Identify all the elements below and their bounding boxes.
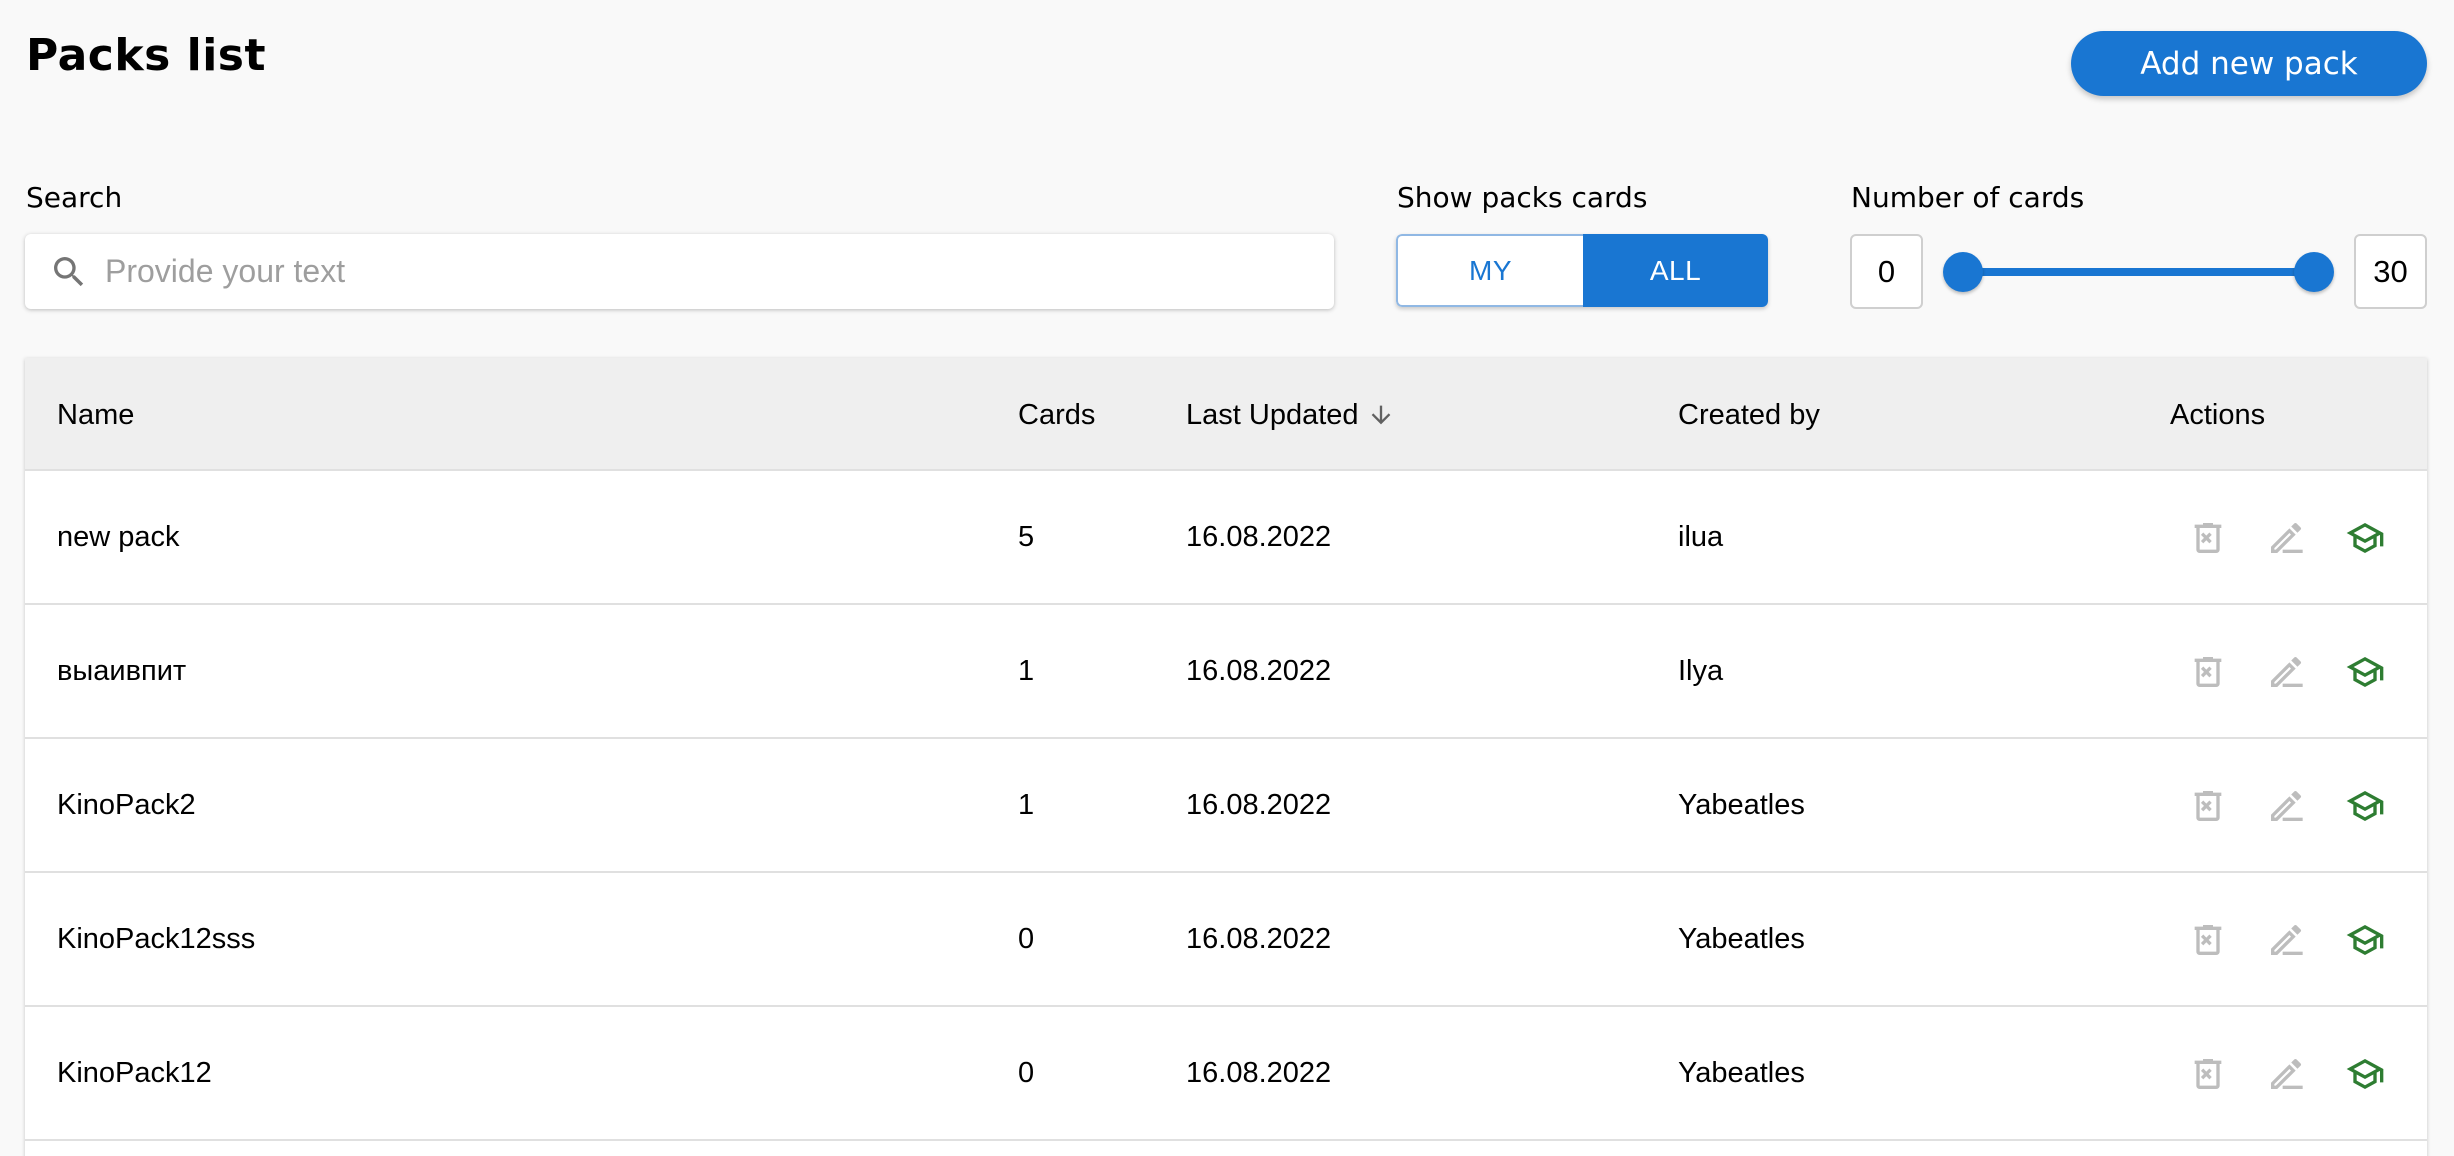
table-row[interactable]: KinoPack12 0 16.08.2022 Yabeatles: [25, 1007, 2427, 1141]
edit-icon[interactable]: [2266, 920, 2306, 960]
created-by-cell: Ilya: [1678, 655, 1724, 687]
arrow-down-icon[interactable]: [1367, 400, 1395, 430]
created-by-cell: Yabeatles: [1678, 923, 1805, 955]
column-header-name[interactable]: Name: [57, 398, 134, 432]
edit-icon[interactable]: [2266, 652, 2306, 692]
learn-icon[interactable]: [2345, 1054, 2385, 1094]
show-packs-toggle: MY ALL: [1396, 234, 1768, 307]
last-updated-cell: 16.08.2022: [1186, 655, 1332, 687]
cards-count-cell: 1: [1018, 655, 1035, 687]
toggle-my-button[interactable]: MY: [1396, 234, 1583, 307]
last-updated-cell: 16.08.2022: [1186, 923, 1332, 955]
table-header: Name Cards Last Updated Created by Actio…: [25, 358, 2427, 471]
table-row[interactable]: выаивпит 1 16.08.2022 Ilya: [25, 605, 2427, 739]
table-row[interactable]: KinoPack2 1 16.08.2022 Yabeatles: [25, 739, 2427, 873]
search-icon: [54, 256, 84, 286]
edit-icon[interactable]: [2266, 1054, 2306, 1094]
created-by-cell: ilua: [1678, 521, 1724, 553]
page-title: Packs list: [26, 30, 266, 81]
column-header-actions: Actions: [2170, 399, 2266, 431]
packs-page: Packs list Add new pack Search Show pack…: [0, 0, 2454, 1156]
column-header-created-by[interactable]: Created by: [1678, 398, 1820, 432]
last-updated-cell: 16.08.2022: [1186, 1057, 1332, 1089]
column-header-last-updated[interactable]: Last Updated: [1186, 398, 1359, 432]
last-updated-cell: 16.08.2022: [1186, 789, 1332, 821]
table-row[interactable]: KinoPack12sss 0 16.08.2022 Yabeatles: [25, 873, 2427, 1007]
created-by-cell: Yabeatles: [1678, 789, 1805, 821]
delete-icon[interactable]: [2188, 518, 2228, 558]
learn-icon[interactable]: [2345, 652, 2385, 692]
pack-name-cell[interactable]: KinoPack12sss: [57, 922, 255, 956]
add-new-pack-button[interactable]: Add new pack: [2071, 31, 2427, 96]
delete-icon[interactable]: [2188, 920, 2228, 960]
edit-icon[interactable]: [2266, 786, 2306, 826]
column-header-cards[interactable]: Cards: [1018, 398, 1095, 432]
edit-icon[interactable]: [2266, 518, 2306, 558]
cards-range-slider[interactable]: [1962, 268, 2314, 276]
pack-name-cell[interactable]: выаивпит: [57, 654, 186, 688]
cards-count-cell: 1: [1018, 789, 1035, 821]
search-label: Search: [26, 181, 123, 214]
packs-table: Name Cards Last Updated Created by Actio…: [25, 358, 2427, 1156]
cards-count-cell: 0: [1018, 923, 1035, 955]
slider-min-thumb[interactable]: [1943, 252, 1983, 292]
cards-count-cell: 5: [1018, 521, 1035, 553]
pack-name-cell[interactable]: new pack: [57, 520, 180, 554]
number-of-cards-label: Number of cards: [1851, 181, 2085, 214]
search-field[interactable]: [25, 234, 1334, 309]
cards-count-cell: 0: [1018, 1057, 1035, 1089]
delete-icon[interactable]: [2188, 1054, 2228, 1094]
learn-icon[interactable]: [2345, 920, 2385, 960]
table-row[interactable]: new pack 5 16.08.2022 ilua: [25, 471, 2427, 605]
max-cards-value: 30: [2354, 234, 2427, 309]
show-packs-label: Show packs cards: [1397, 181, 1648, 214]
pack-name-cell[interactable]: KinoPack12: [57, 1056, 212, 1090]
learn-icon[interactable]: [2345, 786, 2385, 826]
min-cards-value: 0: [1850, 234, 1923, 309]
learn-icon[interactable]: [2345, 518, 2385, 558]
slider-max-thumb[interactable]: [2294, 252, 2334, 292]
created-by-cell: Yabeatles: [1678, 1057, 1805, 1089]
last-updated-cell: 16.08.2022: [1186, 521, 1332, 553]
toggle-all-button[interactable]: ALL: [1583, 234, 1768, 307]
delete-icon[interactable]: [2188, 652, 2228, 692]
delete-icon[interactable]: [2188, 786, 2228, 826]
pack-name-cell[interactable]: KinoPack2: [57, 788, 196, 822]
search-input[interactable]: [105, 253, 1305, 290]
